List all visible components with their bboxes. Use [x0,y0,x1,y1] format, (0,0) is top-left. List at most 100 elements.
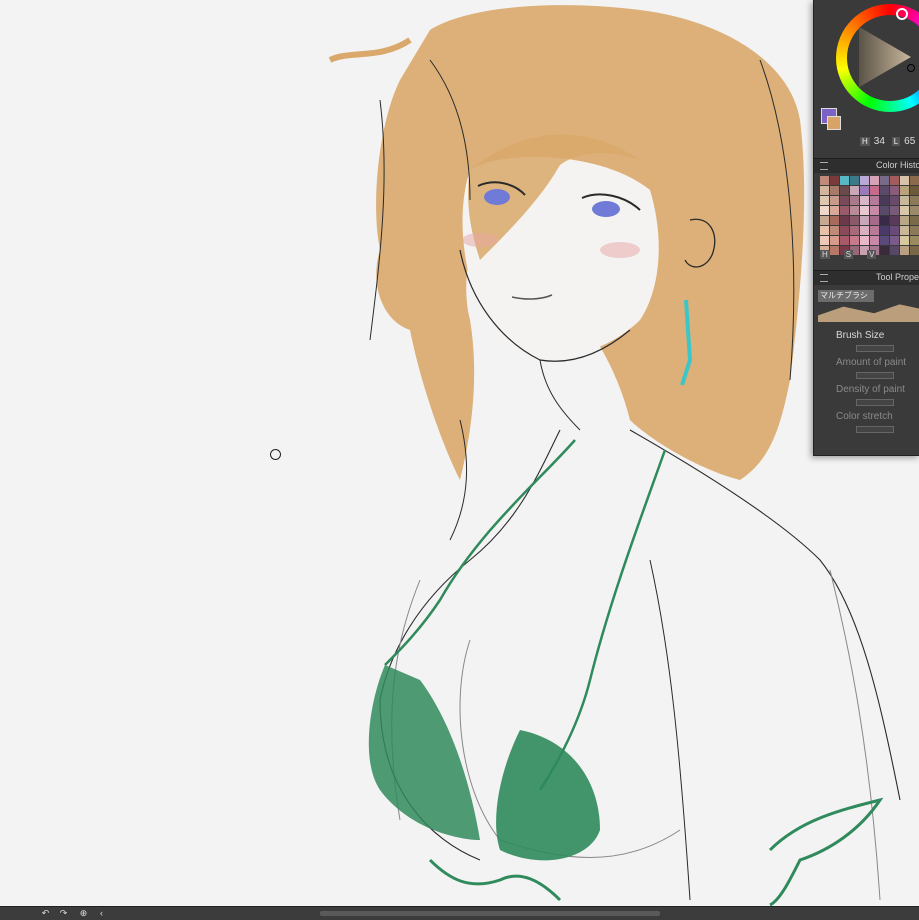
color-history-swatch[interactable] [830,226,839,235]
color-history-swatch[interactable] [880,176,889,185]
color-history-swatch[interactable] [870,196,879,205]
color-history-swatch[interactable] [820,206,829,215]
color-history-grid[interactable] [820,176,919,255]
color-stretch-slider[interactable] [856,426,894,433]
brush-cursor [270,449,281,460]
horizontal-scrollbar[interactable] [320,911,660,916]
color-history-swatch[interactable] [840,196,849,205]
color-history-swatch[interactable] [860,226,869,235]
color-history-swatch[interactable] [850,196,859,205]
color-history-swatch[interactable] [880,186,889,195]
hair-strand-left [328,37,412,63]
undo-icon[interactable]: ↶ [40,908,51,919]
color-history-swatch[interactable] [890,176,899,185]
color-history-swatch[interactable] [900,206,909,215]
color-history-swatch[interactable] [890,236,899,245]
color-history-swatch[interactable] [910,226,919,235]
color-history-swatch[interactable] [820,196,829,205]
sub-color-swatch[interactable] [827,116,841,130]
color-history-swatch[interactable] [860,186,869,195]
color-history-swatch[interactable] [890,246,899,255]
color-history-swatch[interactable] [870,236,879,245]
color-history-swatch[interactable] [840,226,849,235]
color-history-swatch[interactable] [870,176,879,185]
brush-preview [818,304,919,322]
color-history-swatch[interactable] [850,236,859,245]
color-history-swatch[interactable] [900,216,909,225]
color-history-swatch[interactable] [860,176,869,185]
color-history-swatch[interactable] [910,216,919,225]
color-history-swatch[interactable] [890,206,899,215]
color-history-swatch[interactable] [890,186,899,195]
color-history-swatch[interactable] [840,206,849,215]
color-history-swatch[interactable] [860,196,869,205]
color-history-swatch[interactable] [830,206,839,215]
menu-icon[interactable] [820,274,828,282]
color-history-swatch[interactable] [860,216,869,225]
color-history-swatch[interactable] [900,196,909,205]
color-history-swatch[interactable] [910,246,919,255]
drawing-canvas[interactable] [0,0,919,906]
color-history-swatch[interactable] [850,186,859,195]
color-history-swatch[interactable] [820,226,829,235]
color-history-swatch[interactable] [840,236,849,245]
amount-of-paint-slider[interactable] [856,372,894,379]
bikini-strap-left [384,439,576,666]
color-history-swatch[interactable] [840,186,849,195]
color-history-swatch[interactable] [910,176,919,185]
color-history-swatch[interactable] [900,246,909,255]
color-history-swatch[interactable] [880,236,889,245]
brush-name: マルチブラシ [818,290,874,302]
right-eye [592,201,620,217]
collapse-icon[interactable]: ‹ [96,908,107,919]
color-history-swatch[interactable] [850,216,859,225]
color-history-swatch[interactable] [890,216,899,225]
color-history-swatch[interactable] [830,186,839,195]
color-history-swatch[interactable] [820,186,829,195]
color-history-swatch[interactable] [890,196,899,205]
color-history-swatch[interactable] [830,196,839,205]
color-history-swatch[interactable] [880,226,889,235]
color-history-swatch[interactable] [910,236,919,245]
color-history-swatch[interactable] [910,196,919,205]
color-history-swatch[interactable] [820,216,829,225]
palette-panel: H 34 L 65 Color Histo HSV Tool Proper マルチブ… [813,0,919,456]
color-history-swatch[interactable] [900,186,909,195]
redo-icon[interactable]: ↷ [58,908,69,919]
brush-size-slider[interactable] [856,345,894,352]
color-history-swatch[interactable] [870,216,879,225]
color-history-swatch[interactable] [820,236,829,245]
color-wheel[interactable] [836,4,919,112]
color-history-swatch[interactable] [880,196,889,205]
color-history-swatch[interactable] [860,206,869,215]
color-history-swatch[interactable] [900,176,909,185]
color-history-swatch[interactable] [870,226,879,235]
color-history-swatch[interactable] [830,176,839,185]
color-history-swatch[interactable] [900,226,909,235]
color-history-swatch[interactable] [850,176,859,185]
menu-icon[interactable] [820,162,828,170]
reset-view-icon[interactable]: ⊕ [78,908,89,919]
color-history-swatch[interactable] [830,216,839,225]
color-history-swatch[interactable] [840,176,849,185]
tool-property-header[interactable]: Tool Proper [814,270,919,285]
color-history-swatch[interactable] [820,176,829,185]
color-history-swatch[interactable] [900,236,909,245]
density-of-paint-slider[interactable] [856,399,894,406]
color-history-swatch[interactable] [870,206,879,215]
triangle-picker-knob[interactable] [907,64,915,72]
color-history-swatch[interactable] [880,216,889,225]
color-history-swatch[interactable] [870,186,879,195]
hue-picker-knob[interactable] [896,8,908,20]
color-history-swatch[interactable] [850,206,859,215]
color-history-swatch[interactable] [880,206,889,215]
color-history-swatch[interactable] [850,226,859,235]
color-history-swatch[interactable] [840,216,849,225]
color-history-swatch[interactable] [890,226,899,235]
color-history-swatch[interactable] [910,206,919,215]
color-history-swatch[interactable] [860,236,869,245]
color-history-modes[interactable]: HSV [820,250,890,259]
color-history-header[interactable]: Color Histo [814,158,919,173]
color-history-swatch[interactable] [910,186,919,195]
color-history-swatch[interactable] [830,236,839,245]
